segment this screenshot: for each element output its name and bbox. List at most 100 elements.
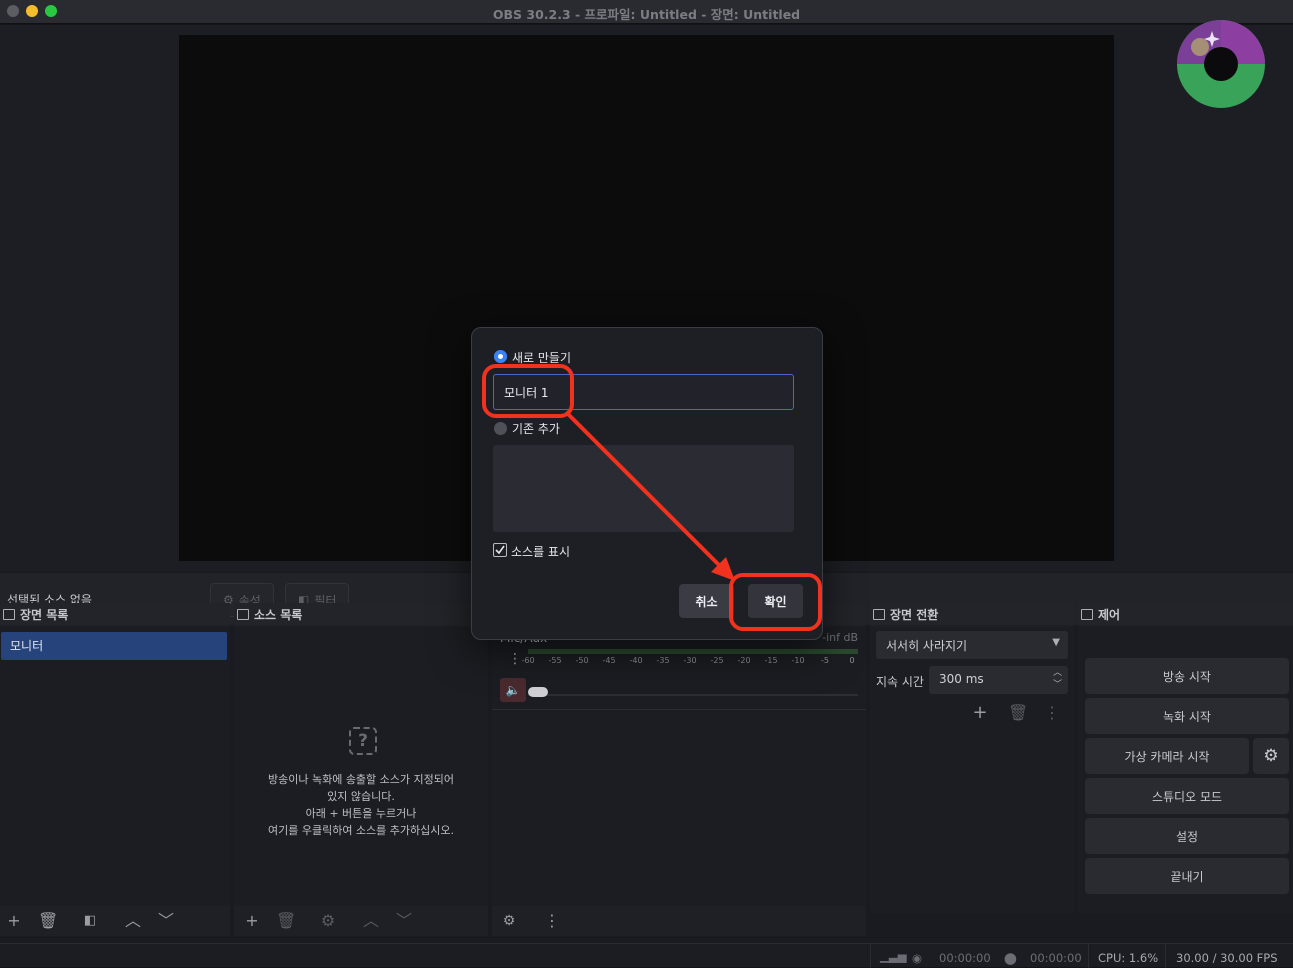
ok-button[interactable]: 확인 — [748, 584, 803, 618]
meter-tick-label: -10 — [791, 656, 805, 665]
create-new-radio[interactable] — [494, 350, 507, 363]
duration-value: 300 ms — [939, 672, 984, 686]
move-scene-down-chevron-icon[interactable]: ﹀ — [157, 913, 175, 931]
dock-window-icon — [237, 608, 249, 620]
status-bar: ▁▃▅ ◉ 00:00:00 ⬤ 00:00:00 CPU: 1.6% 30.0… — [0, 943, 1293, 968]
scene-item[interactable]: 모니터 — [1, 632, 227, 660]
scenes-dock-title: 장면 목록 — [20, 607, 69, 622]
transition-select[interactable]: 서서히 사라지기 ▼ — [876, 631, 1068, 659]
dock-app-logo-icon — [1177, 20, 1265, 108]
scene-transitions-dock: 장면 전환 서서히 사라지기 ▼ 지속 시간 300 ms ︿ ﹀ + 🗑 ⋮ — [870, 603, 1074, 913]
move-source-down-chevron-icon[interactable]: ﹀ — [395, 913, 413, 931]
sources-dock-header: 소스 목록 — [234, 603, 488, 625]
volume-meter — [528, 649, 858, 654]
volume-slider-knob[interactable] — [528, 687, 548, 697]
add-transition-plus-icon[interactable]: + — [971, 704, 989, 723]
source-properties-gear-icon[interactable]: ⚙ — [319, 913, 337, 931]
mixer-menu-dots-icon[interactable]: ⋮ — [508, 651, 522, 667]
scenes-list[interactable]: 모니터 — [0, 627, 230, 913]
remove-transition-trash-icon[interactable]: 🗑 — [1008, 705, 1028, 723]
controls-dock-title: 제어 — [1098, 607, 1121, 622]
meter-tick-label: -5 — [821, 656, 829, 665]
transitions-body: 서서히 사라지기 ▼ 지속 시간 300 ms ︿ ﹀ + 🗑 ⋮ — [870, 627, 1074, 913]
status-divider — [1088, 944, 1089, 968]
move-source-up-chevron-icon[interactable]: ︿ — [362, 913, 380, 931]
source-name-input[interactable] — [493, 374, 794, 410]
meter-tick-label: -30 — [683, 656, 697, 665]
make-visible-checkbox[interactable] — [493, 543, 507, 557]
scenes-dock-header: 장면 목록 — [0, 603, 230, 625]
mixer-menu-dots-icon[interactable]: ⋮ — [543, 913, 561, 931]
spin-arrows-icon[interactable]: ︿ ﹀ — [1053, 667, 1062, 691]
create-new-label: 새로 만들기 — [512, 351, 572, 365]
title-bar: OBS 30.2.3 - 프로파일: Untitled - 장면: Untitl… — [0, 0, 1293, 24]
move-scene-up-chevron-icon[interactable]: ︿ — [124, 913, 142, 931]
add-existing-radio[interactable] — [494, 422, 507, 435]
transition-menu-dots-icon[interactable]: ⋮ — [1043, 705, 1061, 723]
make-visible-label: 소스를 표시 — [511, 545, 571, 559]
dock-window-icon — [3, 608, 15, 620]
status-divider — [1165, 944, 1166, 968]
settings-button[interactable]: 설정 — [1085, 818, 1289, 854]
record-time: 00:00:00 — [1030, 951, 1082, 965]
meter-tick-label: -35 — [656, 656, 670, 665]
transitions-dock-title: 장면 전환 — [890, 607, 939, 622]
meter-tick-label: -55 — [548, 656, 562, 665]
remove-scene-trash-icon[interactable]: 🗑 — [38, 913, 58, 931]
question-mark-icon: ? — [349, 727, 377, 755]
add-existing-label: 기존 추가 — [512, 422, 560, 436]
add-scene-plus-icon[interactable]: + — [5, 913, 23, 931]
meter-tick-label: -45 — [602, 656, 616, 665]
meter-tick-label: -25 — [710, 656, 724, 665]
existing-sources-list[interactable] — [493, 445, 794, 532]
dock-window-icon — [1081, 608, 1093, 620]
muted-speaker-icon[interactable]: 🔈 — [500, 678, 526, 702]
window-title: OBS 30.2.3 - 프로파일: Untitled - 장면: Untitl… — [492, 7, 801, 22]
stream-status-icon: ◉ — [912, 951, 923, 965]
empty-line: 여기를 우클릭하여 소스를 추가하십시오. — [267, 824, 455, 837]
transitions-dock-header: 장면 전환 — [870, 603, 1074, 625]
empty-line: 있지 않습니다. — [327, 790, 395, 803]
mixer-body: Mic/Aux -inf dB ⋮ -60-55-50-45-40-35-30-… — [492, 627, 866, 913]
audio-mixer-dock: Mic/Aux -inf dB ⋮ -60-55-50-45-40-35-30-… — [492, 603, 866, 913]
sources-toolbar: + 🗑 ⚙ ︿ ﹀ — [234, 906, 488, 936]
empty-line: 방송이나 녹화에 송출할 소스가 지정되어 — [267, 773, 455, 786]
advanced-audio-gear-icon[interactable]: ⚙ — [500, 913, 518, 931]
start-streaming-button[interactable]: 방송 시작 — [1085, 658, 1289, 694]
controls-dock-header: 제어 — [1078, 603, 1293, 625]
meter-tick-label: -50 — [575, 656, 589, 665]
transition-selected-label: 서서히 사라지기 — [886, 639, 968, 653]
virtual-camera-settings-gear-icon[interactable]: ⚙ — [1253, 738, 1289, 774]
meter-tick-label: -60 — [521, 656, 535, 665]
duration-spinbox[interactable]: 300 ms ︿ ﹀ — [929, 666, 1068, 694]
meter-scale: -60 -55 -50 -45 -40 -35 -30 -25 -20 -15 -10 -5 0 — [521, 656, 858, 668]
meter-tick-label: -15 — [764, 656, 778, 665]
studio-mode-button[interactable]: 스튜디오 모드 — [1085, 778, 1289, 814]
sources-dock: 소스 목록 ? 방송이나 녹화에 송출할 소스가 지정되어 있지 않습니다. 아… — [234, 603, 488, 913]
empty-line: 아래 + 버튼을 누르거나 — [305, 807, 417, 820]
meter-tick-label: 0 — [849, 656, 855, 665]
stream-time: 00:00:00 — [939, 951, 991, 965]
network-signal-icon: ▁▃▅ — [880, 949, 907, 963]
sources-list[interactable]: ? 방송이나 녹화에 송출할 소스가 지정되어 있지 않습니다. 아래 + 버튼… — [234, 627, 488, 913]
remove-source-trash-icon[interactable]: 🗑 — [276, 913, 296, 931]
meter-tick-label: -40 — [629, 656, 643, 665]
mixer-toolbar: ⚙ ⋮ — [492, 906, 866, 936]
sources-dock-title: 소스 목록 — [254, 607, 303, 622]
dock-window-icon — [873, 608, 885, 620]
mixer-divider — [492, 709, 866, 710]
mixer-level-readout: -inf dB — [822, 631, 858, 644]
exit-button[interactable]: 끝내기 — [1085, 858, 1289, 894]
cancel-button[interactable]: 취소 — [679, 584, 734, 618]
meter-tick-label: -20 — [737, 656, 751, 665]
volume-slider-track[interactable] — [528, 691, 858, 699]
add-source-plus-icon[interactable]: + — [243, 913, 261, 931]
scene-filters-icon[interactable]: ◧ — [81, 913, 99, 931]
chevron-down-icon: ▼ — [1052, 637, 1060, 648]
start-virtual-camera-button[interactable]: 가상 카메라 시작 — [1085, 738, 1249, 774]
sources-empty-message: 방송이나 녹화에 송출할 소스가 지정되어 있지 않습니다. 아래 + 버튼을 … — [234, 771, 488, 839]
start-recording-button[interactable]: 녹화 시작 — [1085, 698, 1289, 734]
checkmark-icon — [495, 545, 505, 555]
cpu-usage: CPU: 1.6% — [1098, 951, 1159, 965]
scenes-toolbar: + 🗑 ◧ ︿ ﹀ — [0, 906, 230, 936]
